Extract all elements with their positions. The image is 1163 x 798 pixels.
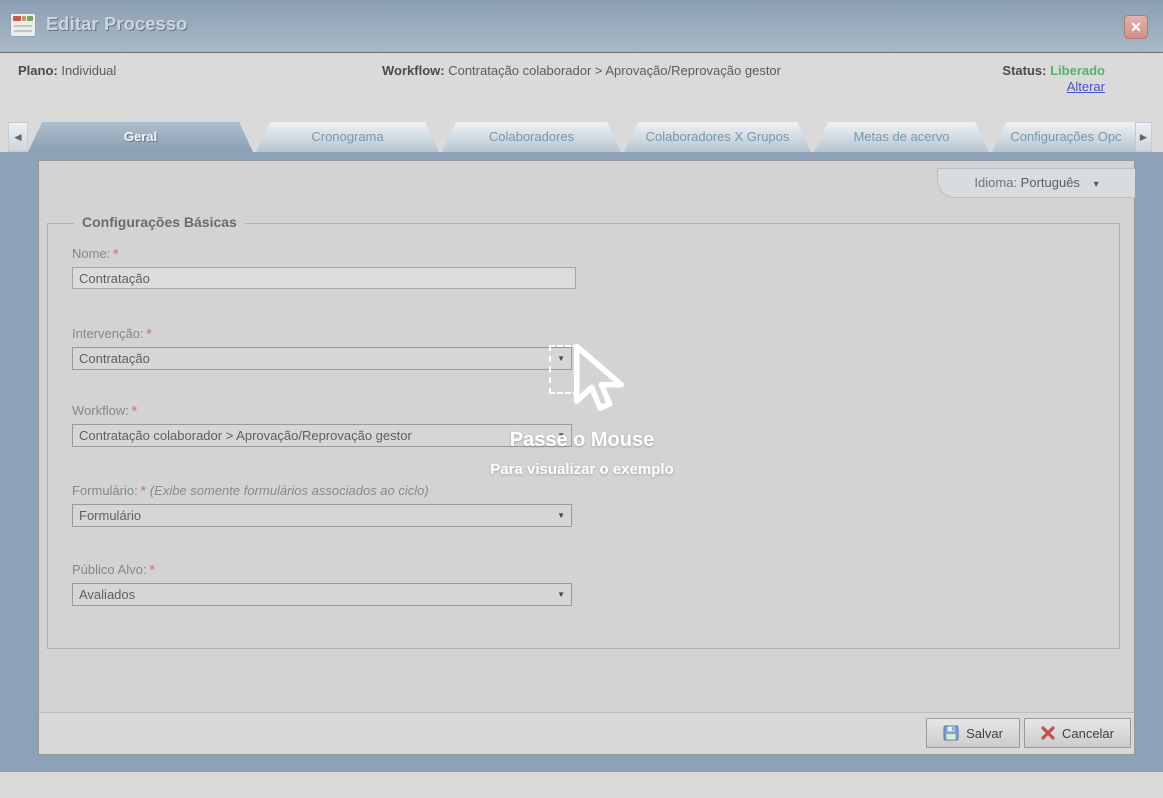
required-asterisk: *: [141, 483, 146, 498]
workflow-value: Contratação colaborador > Aprovação/Repr…: [448, 63, 781, 78]
language-label: Idioma:: [974, 175, 1017, 190]
dialog-title: Editar Processo: [46, 14, 188, 35]
close-icon[interactable]: ✕: [1124, 15, 1148, 39]
tab-scroll-right-icon[interactable]: ►: [1135, 122, 1152, 152]
status-info: Status: Liberado: [1002, 63, 1105, 78]
publico-alvo-label: Público Alvo:*: [72, 562, 572, 577]
dropdown-arrow-icon: ▼: [557, 505, 565, 527]
select-value: Formulário: [79, 508, 141, 523]
tab-label: Colaboradores X Grupos: [646, 129, 790, 144]
tab-metas-de-acervo[interactable]: Metas de acervo: [814, 122, 989, 152]
language-selector[interactable]: Idioma: Português ▾: [937, 168, 1135, 198]
screen: Editar Processo ✕ Plano: Individual Work…: [0, 0, 1163, 798]
tab-label: Colaboradores: [489, 129, 574, 144]
field-nome: Nome:*: [72, 246, 576, 289]
required-asterisk: *: [132, 403, 137, 418]
hover-hint: Passe o Mouse Para visualizar o exemplo: [382, 429, 782, 478]
status-label: Status:: [1002, 63, 1046, 78]
required-asterisk: *: [113, 246, 118, 261]
tab-label: Geral: [124, 129, 157, 144]
footer-bar: Salvar Cancelar: [39, 713, 1134, 754]
workflow-info: Workflow: Contratação colaborador > Apro…: [0, 63, 1163, 78]
tab-label: Configurações Opc: [1010, 129, 1121, 144]
required-asterisk: *: [149, 562, 154, 577]
cancel-label: Cancelar: [1062, 726, 1114, 741]
workflow-field-label: Workflow:*: [72, 403, 572, 418]
save-button[interactable]: Salvar: [926, 718, 1020, 748]
intervencao-label: Intervenção:*: [72, 326, 572, 341]
select-value: Avaliados: [79, 587, 135, 602]
dropdown-arrow-icon: ▼: [557, 584, 565, 606]
floppy-icon: [943, 725, 959, 741]
chevron-down-icon: ▾: [1094, 179, 1099, 190]
hint-line2: Para visualizar o exemplo: [382, 461, 782, 478]
nome-label: Nome:*: [72, 246, 576, 261]
formulario-select[interactable]: Formulário ▼: [72, 504, 572, 527]
field-intervencao: Intervenção:* Contratação ▼: [72, 326, 572, 370]
required-asterisk: *: [147, 326, 152, 341]
tab-colaboradores[interactable]: Colaboradores: [442, 122, 621, 152]
window-icon: [10, 13, 36, 37]
info-bar: Plano: Individual Workflow: Contratação …: [0, 53, 1163, 152]
status-badge: Liberado: [1050, 63, 1105, 78]
tab-configuracoes-opcionais[interactable]: Configurações Opc: [992, 122, 1140, 152]
save-label: Salvar: [966, 726, 1003, 741]
tab-cronograma[interactable]: Cronograma: [256, 122, 439, 152]
tabs-row: Geral Cronograma Colaboradores Colaborad…: [28, 122, 1140, 152]
field-publico-alvo: Público Alvo:* Avaliados ▼: [72, 562, 572, 606]
tab-label: Metas de acervo: [853, 129, 949, 144]
hint-line1: Passe o Mouse: [382, 429, 782, 452]
publico-alvo-select[interactable]: Avaliados ▼: [72, 583, 572, 606]
alterar-link[interactable]: Alterar: [1067, 79, 1105, 94]
field-formulario: Formulário:*(Exibe somente formulários a…: [72, 483, 572, 527]
nome-input[interactable]: [72, 267, 576, 289]
tab-geral[interactable]: Geral: [28, 122, 253, 152]
tab-colaboradores-x-grupos[interactable]: Colaboradores X Grupos: [624, 122, 811, 152]
language-value: Português: [1021, 175, 1080, 190]
cancel-x-icon: [1041, 726, 1055, 740]
cancel-button[interactable]: Cancelar: [1024, 718, 1131, 748]
tab-label: Cronograma: [311, 129, 383, 144]
tab-scroll-left-icon[interactable]: ◄: [8, 122, 28, 152]
dialog-titlebar: Editar Processo ✕: [0, 0, 1163, 53]
section-title: Configurações Básicas: [74, 214, 245, 230]
select-value: Contratação: [79, 351, 150, 366]
mouse-pointer-icon: [563, 342, 629, 422]
workflow-label: Workflow:: [382, 63, 445, 78]
formulario-note: (Exibe somente formulários associados ao…: [150, 483, 429, 498]
intervencao-select[interactable]: Contratação ▼: [72, 347, 572, 370]
tab-strip: ◄ Geral Cronograma Colaboradores Colabor…: [0, 120, 1163, 152]
formulario-label: Formulário:*(Exibe somente formulários a…: [72, 483, 572, 498]
select-value: Contratação colaborador > Aprovação/Repr…: [79, 428, 412, 443]
